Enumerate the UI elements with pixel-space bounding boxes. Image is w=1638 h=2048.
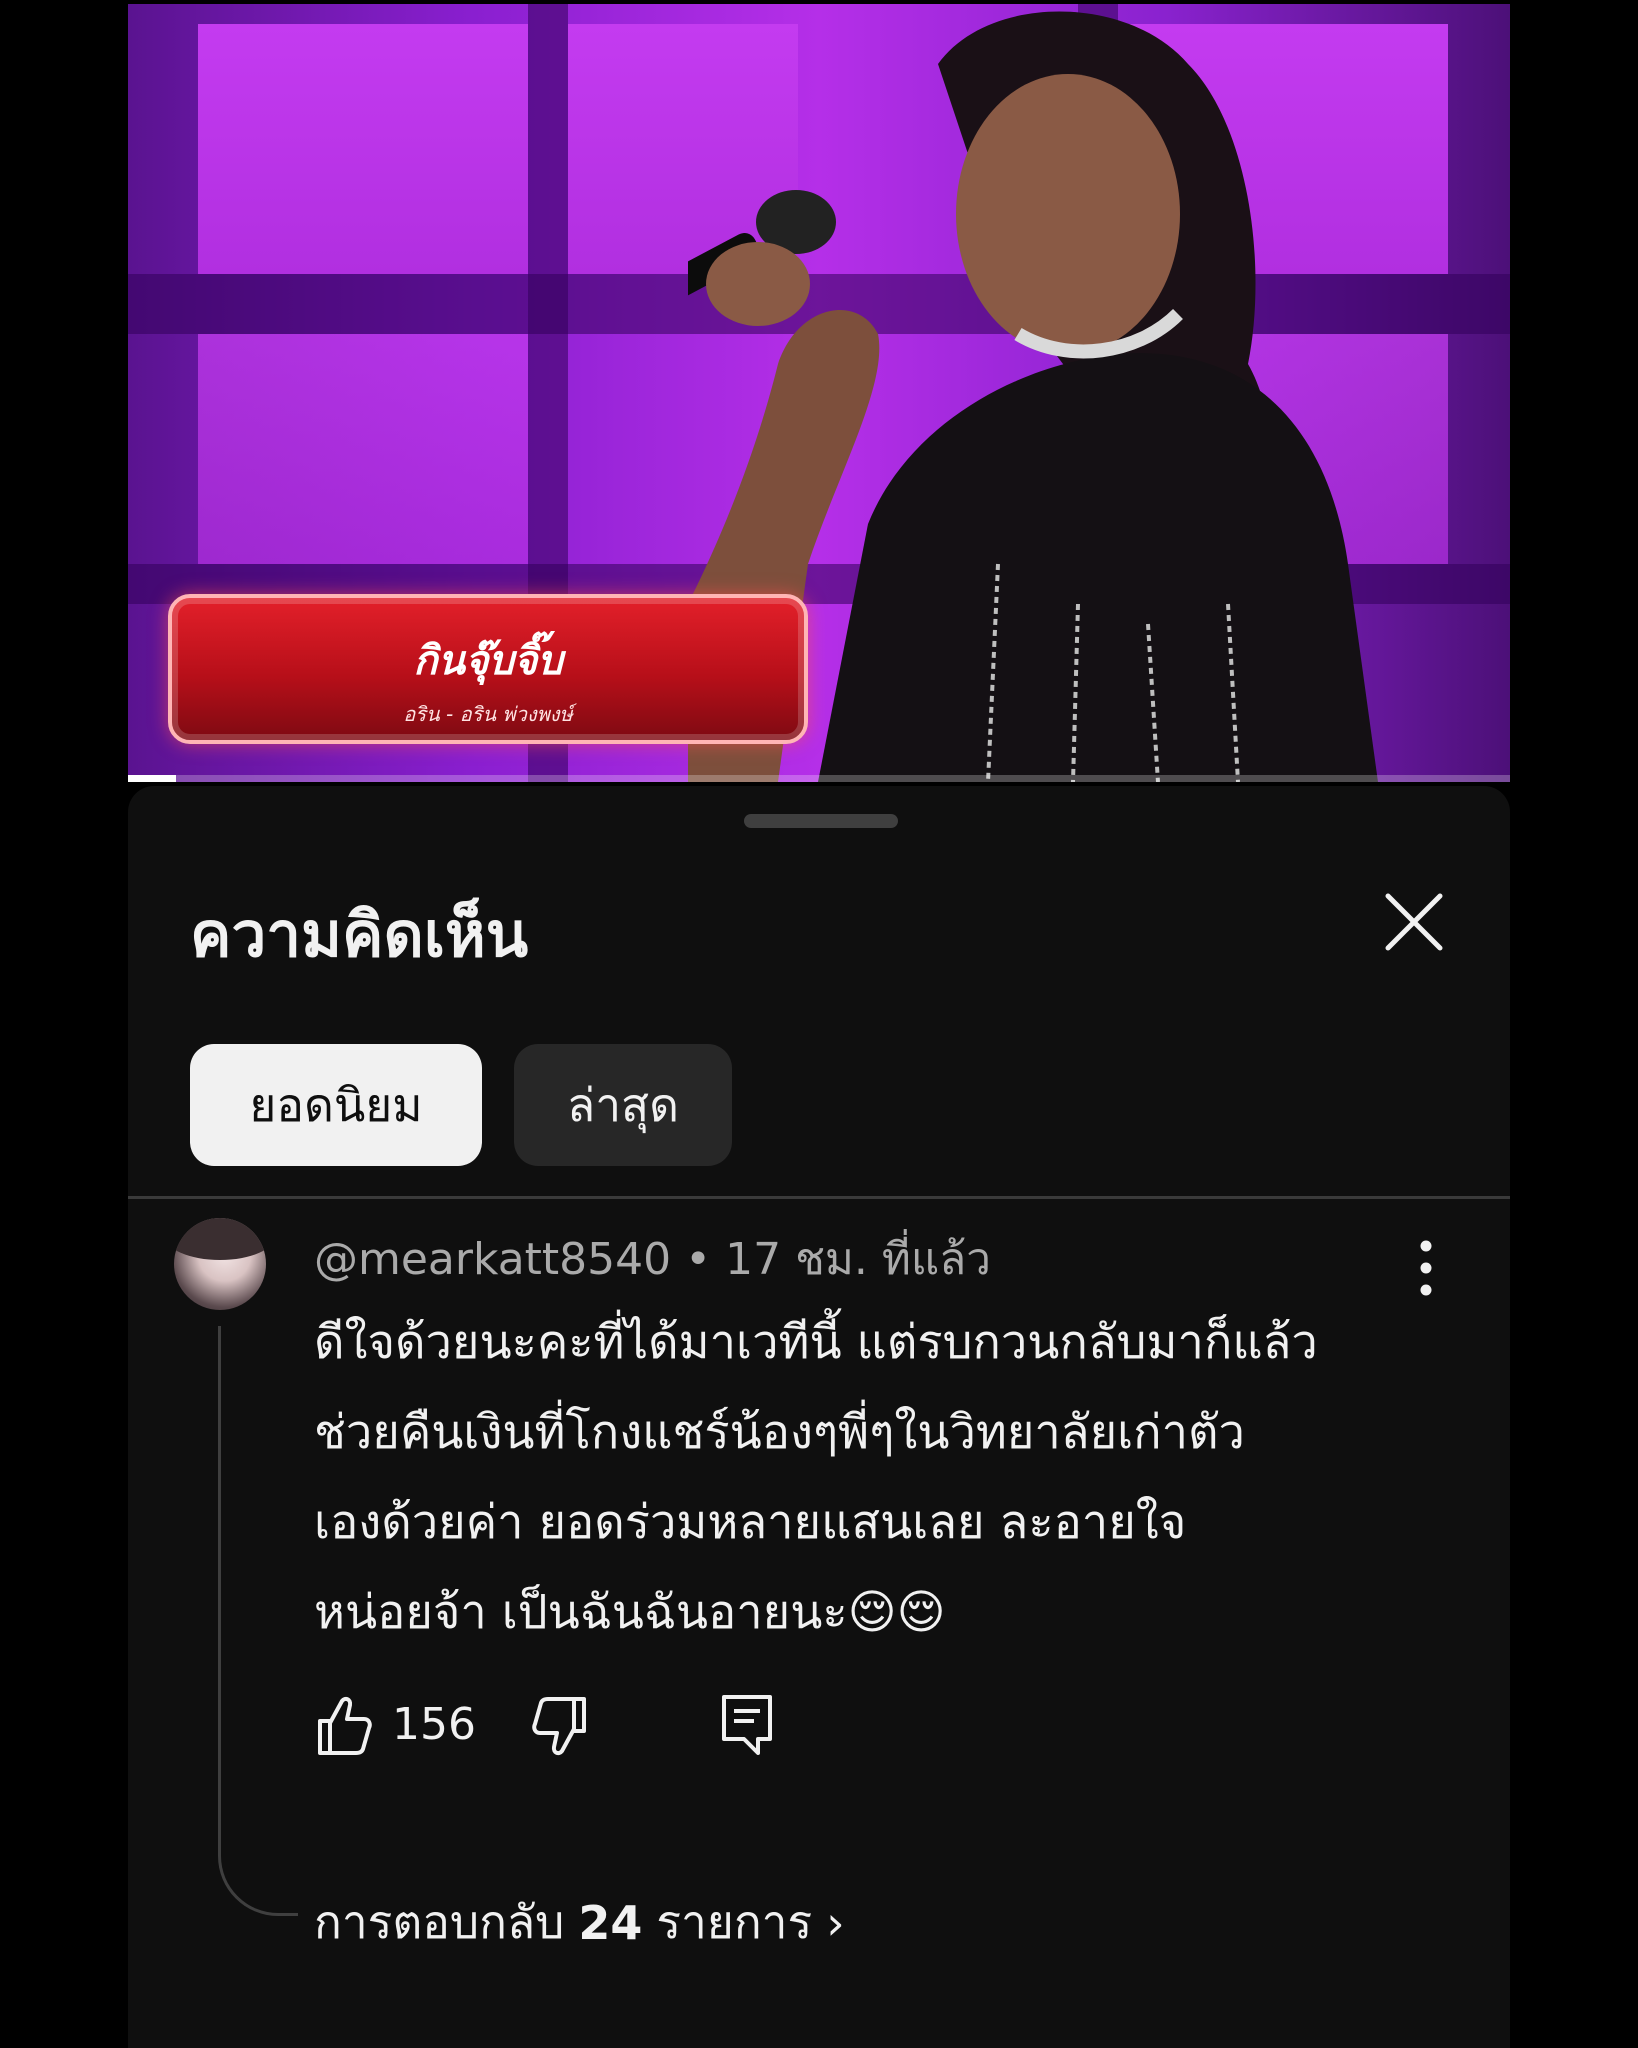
- comments-sheet: ความคิดเห็น ยอดนิยม ล่าสุด @mearkatt8540…: [128, 786, 1510, 2048]
- chevron-right-icon: ›: [826, 1895, 845, 1950]
- reply-comment-icon: [722, 1695, 772, 1755]
- replies-suffix: รายการ: [656, 1895, 813, 1949]
- song-title-plate: กินจุ๊บจิ๊บ อริน - อริน พ่วงพงษ์: [168, 594, 808, 744]
- comments-title: ความคิดเห็น: [190, 898, 529, 971]
- avatar[interactable]: [174, 1218, 266, 1310]
- video-progress-bar[interactable]: [128, 775, 1510, 782]
- replies-count: 24: [578, 1895, 643, 1950]
- drag-handle[interactable]: [744, 814, 898, 828]
- like-count: 156: [392, 1699, 476, 1750]
- more-vertical-icon: [1420, 1240, 1432, 1296]
- meta-separator: •: [685, 1234, 712, 1285]
- video-progress-fill: [128, 775, 177, 782]
- more-options-button[interactable]: [1406, 1236, 1446, 1300]
- thumbs-down-icon: [532, 1697, 586, 1756]
- comment-time: 17 ชม. ที่แล้ว: [725, 1234, 991, 1285]
- dislike-button[interactable]: [530, 1691, 590, 1761]
- comment-line: เองด้วยค่า ยอดร่วมหลายแสนเลย ละอายใจ: [314, 1495, 1187, 1550]
- divider: [128, 1196, 1510, 1199]
- comment-line: ช่วยคืนเงินที่โกงแชร์น้องๆพี่ๆในวิทยาลัย…: [314, 1405, 1245, 1460]
- comment-line: ดีใจด้วยนะคะที่ได้มาเวทีนี้ แต่รบกวนกลับ…: [314, 1315, 1318, 1370]
- comment-line: หน่อยจ้า เป็นฉันฉันอายนะ😌😌: [314, 1585, 946, 1640]
- comment-actions: 156: [314, 1691, 914, 1761]
- song-title: กินจุ๊บจิ๊บ: [413, 638, 563, 684]
- comment-text: ดีใจด้วยนะคะที่ได้มาเวทีนี้ แต่รบกวนกลับ…: [314, 1298, 1444, 1658]
- thread-line: [218, 1326, 298, 1916]
- like-button[interactable]: [314, 1691, 374, 1761]
- sort-chip-top[interactable]: ยอดนิยม: [190, 1044, 482, 1166]
- view-replies-button[interactable]: การตอบกลับ 24 รายการ ›: [314, 1886, 845, 1959]
- comment-meta: @mearkatt8540 • 17 ชม. ที่แล้ว: [314, 1224, 991, 1294]
- reply-button[interactable]: [718, 1691, 778, 1761]
- sort-chip-newest[interactable]: ล่าสุด: [514, 1044, 732, 1166]
- thumbs-up-icon: [318, 1696, 372, 1755]
- close-icon: [1385, 893, 1443, 951]
- replies-prefix: การตอบกลับ: [314, 1895, 565, 1949]
- artist-name: อริน - อริน พ่วงพงษ์: [403, 702, 573, 726]
- video-player[interactable]: กินจุ๊บจิ๊บ อริน - อริน พ่วงพงษ์: [128, 4, 1510, 782]
- close-button[interactable]: [1378, 886, 1450, 958]
- avatar-hair: [174, 1218, 266, 1260]
- stage-light-panel: [198, 334, 528, 564]
- stage-light-panel: [198, 24, 528, 274]
- comment-author[interactable]: @mearkatt8540: [314, 1234, 671, 1285]
